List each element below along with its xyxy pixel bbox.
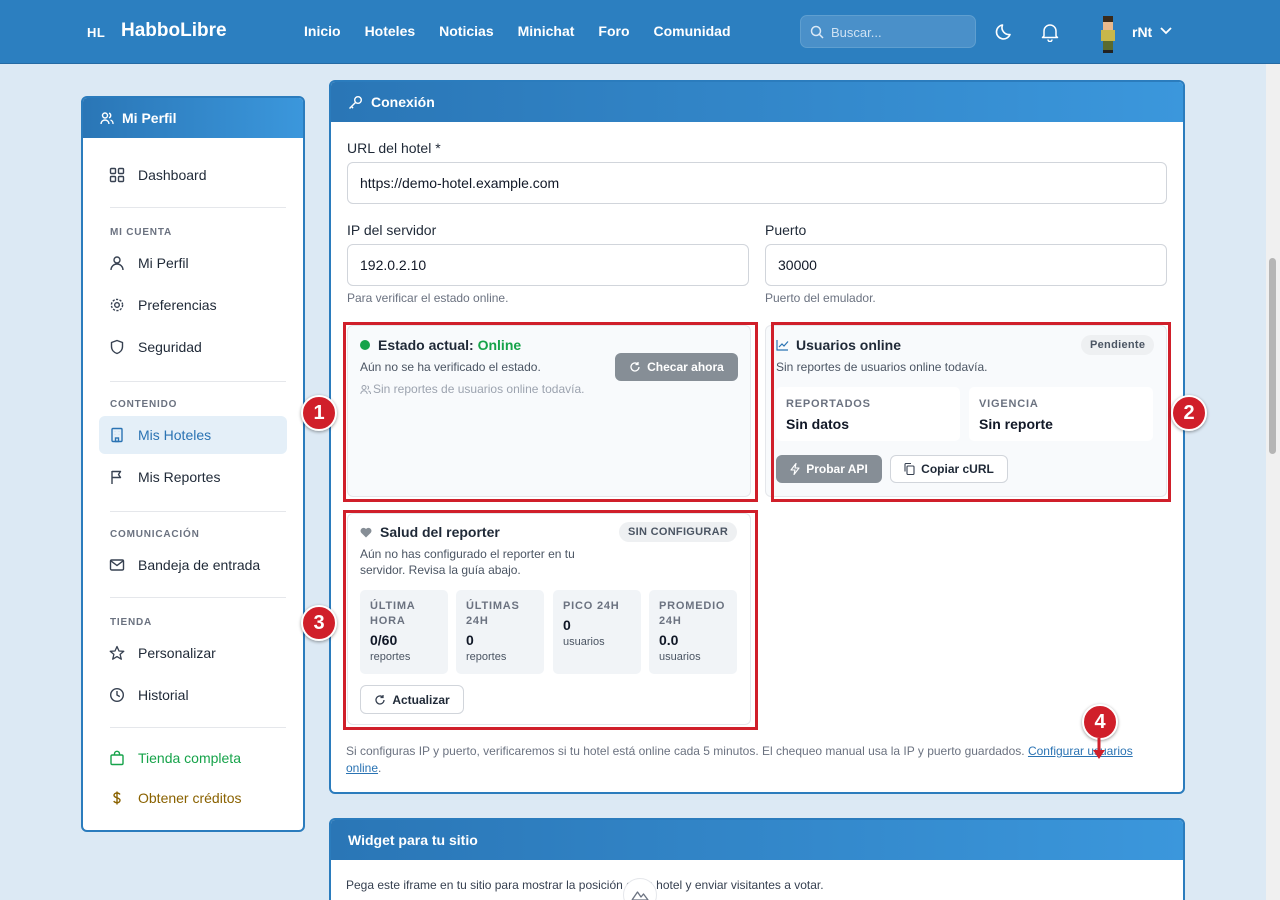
sidebar-item-label: Mi Perfil xyxy=(138,255,189,271)
annotation-marker-4: 4 xyxy=(1082,704,1118,740)
user-icon xyxy=(110,256,124,271)
sidebar-section-communication: COMUNICACIÓN xyxy=(110,529,200,540)
sidebar-section-content: CONTENIDO xyxy=(110,399,178,410)
sidebar-item-label: Mis Hoteles xyxy=(138,427,212,443)
nav-link-hoteles[interactable]: Hoteles xyxy=(365,23,416,39)
sidebar-item-label: Dashboard xyxy=(138,167,207,183)
sidebar-item-label: Tienda completa xyxy=(138,750,241,766)
widget-description: Pega este iframe en tu sitio para mostra… xyxy=(346,878,824,892)
sidebar-item-dashboard[interactable]: Dashboard xyxy=(99,156,287,194)
sidebar-item-security[interactable]: Seguridad xyxy=(99,328,287,366)
sidebar-title: Mi Perfil xyxy=(122,110,177,126)
port-input[interactable] xyxy=(765,244,1167,286)
url-label: URL del hotel * xyxy=(347,140,441,156)
port-hint: Puerto del emulador. xyxy=(765,291,876,305)
mail-icon xyxy=(109,559,125,571)
footnote-end: . xyxy=(378,761,382,775)
sidebar-item-hotels[interactable]: Mis Hoteles xyxy=(99,416,287,454)
building-icon xyxy=(111,427,123,443)
grid-icon xyxy=(109,167,125,183)
logo-mark[interactable]: HL xyxy=(87,25,105,40)
annotation-arrow-icon xyxy=(1093,738,1105,759)
sidebar-item-history[interactable]: Historial xyxy=(99,676,287,714)
search-input[interactable] xyxy=(831,23,969,41)
dollar-icon xyxy=(113,791,121,805)
annotation-marker-2: 2 xyxy=(1171,395,1207,431)
main-nav: Inicio Hoteles Noticias Minichat Foro Co… xyxy=(304,23,731,39)
annotation-box-3 xyxy=(343,510,758,730)
nav-link-noticias[interactable]: Noticias xyxy=(439,23,493,39)
clock-icon xyxy=(109,687,125,703)
widget-header: Widget para tu sitio xyxy=(331,820,1183,860)
sidebar-item-preferences[interactable]: Preferencias xyxy=(99,286,287,324)
nav-link-minichat[interactable]: Minichat xyxy=(518,23,575,39)
sidebar-item-profile[interactable]: Mi Perfil xyxy=(99,244,287,282)
annotation-box-1 xyxy=(343,322,758,502)
key-icon xyxy=(349,95,362,109)
sidebar-divider xyxy=(110,597,286,598)
sidebar-item-label: Bandeja de entrada xyxy=(138,557,261,573)
bell-icon[interactable] xyxy=(1041,22,1059,42)
sidebar-item-full-store[interactable]: Tienda completa xyxy=(99,739,287,777)
users-icon xyxy=(100,112,114,125)
gear-icon xyxy=(110,298,124,312)
server-ip-input[interactable] xyxy=(347,244,749,286)
scrollbar-thumb[interactable] xyxy=(1269,258,1276,454)
footnote-text: Si configuras IP y puerto, verificaremos… xyxy=(346,744,1025,758)
sidebar-divider xyxy=(110,727,286,728)
sidebar-item-reports[interactable]: Mis Reportes xyxy=(99,458,287,496)
chevron-down-icon[interactable] xyxy=(1160,26,1172,36)
profile-sidebar: Mi Perfil Dashboard MI CUENTA Mi Perfil … xyxy=(81,96,305,832)
user-name[interactable]: rNt xyxy=(1132,24,1152,40)
flag-icon xyxy=(111,470,122,484)
sidebar-item-inbox[interactable]: Bandeja de entrada xyxy=(99,546,287,584)
mountain-icon xyxy=(631,891,649,900)
page-scrollbar[interactable] xyxy=(1266,64,1280,900)
top-navbar: HL HabboLibre Inicio Hoteles Noticias Mi… xyxy=(0,0,1280,64)
sidebar-item-label: Preferencias xyxy=(138,297,217,313)
search-box[interactable] xyxy=(800,15,976,48)
avatar[interactable] xyxy=(1094,14,1122,54)
search-icon xyxy=(810,25,824,39)
star-icon xyxy=(109,645,125,660)
annotation-marker-1: 1 xyxy=(301,395,337,431)
annotation-box-2 xyxy=(771,322,1171,502)
nav-link-foro[interactable]: Foro xyxy=(598,23,629,39)
hotel-url-input[interactable] xyxy=(347,162,1167,204)
sidebar-item-label: Mis Reportes xyxy=(138,469,221,485)
nav-link-comunidad[interactable]: Comunidad xyxy=(654,23,731,39)
ip-hint: Para verificar el estado online. xyxy=(347,291,509,305)
sidebar-item-credits[interactable]: Obtener créditos xyxy=(99,779,287,817)
sidebar-section-store: TIENDA xyxy=(110,617,153,628)
connection-header: Conexión xyxy=(331,82,1183,122)
sidebar-section-account: MI CUENTA xyxy=(110,227,173,238)
shield-icon xyxy=(110,339,124,355)
shopping-bag-icon xyxy=(110,750,124,766)
widget-card: Widget para tu sitio Pega este iframe en… xyxy=(329,818,1185,900)
port-label: Puerto xyxy=(765,222,807,238)
ip-label: IP del servidor xyxy=(347,222,437,238)
widget-title: Widget para tu sitio xyxy=(348,832,478,848)
moon-icon[interactable] xyxy=(995,22,1015,42)
sidebar-item-label: Obtener créditos xyxy=(138,790,242,806)
annotation-marker-3: 3 xyxy=(301,605,337,641)
sidebar-divider xyxy=(110,511,286,512)
sidebar-item-label: Personalizar xyxy=(138,645,216,661)
sidebar-divider xyxy=(110,207,286,208)
connection-title: Conexión xyxy=(371,94,435,110)
sidebar-item-customize[interactable]: Personalizar xyxy=(99,634,287,672)
sidebar-item-label: Seguridad xyxy=(138,339,202,355)
nav-link-inicio[interactable]: Inicio xyxy=(304,23,341,39)
logo-text[interactable]: HabboLibre xyxy=(121,20,227,42)
sidebar-item-label: Historial xyxy=(138,687,189,703)
sidebar-divider xyxy=(110,381,286,382)
connection-footnote: Si configuras IP y puerto, verificaremos… xyxy=(346,743,1146,777)
sidebar-header: Mi Perfil xyxy=(83,98,303,138)
